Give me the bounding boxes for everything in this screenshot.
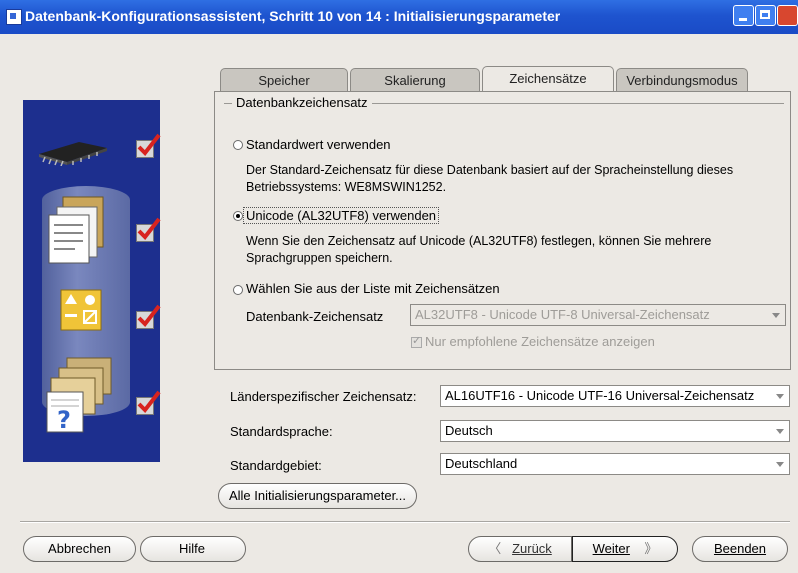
tab-zeichensaetze[interactable]: Zeichensätze xyxy=(482,66,614,92)
radio-list[interactable] xyxy=(233,285,243,295)
radio-unicode-label[interactable]: Unicode (AL32UTF8) verwenden xyxy=(243,207,440,224)
maximize-icon[interactable] xyxy=(755,5,776,26)
charset-group-title: Datenbankzeichensatz xyxy=(232,95,372,110)
tab-verbindungsmodus[interactable]: Verbindungsmodus xyxy=(616,68,748,92)
chevron-down-icon xyxy=(772,313,780,318)
national-charset-value: AL16UTF16 - Unicode UTF-16 Universal-Zei… xyxy=(445,388,755,403)
wizard-sidebar: ? xyxy=(23,100,161,462)
finish-button-label: Beenden xyxy=(713,541,767,556)
title-bar[interactable]: Datenbank-Konfigurationsassistent, Schri… xyxy=(0,0,798,34)
chevron-down-icon xyxy=(776,462,784,467)
default-territory-select[interactable]: Deutschland xyxy=(440,453,790,475)
default-language-select[interactable]: Deutsch xyxy=(440,420,790,442)
step-checkbox-2 xyxy=(136,217,161,242)
svg-text:?: ? xyxy=(57,406,71,434)
recommended-only-checkbox[interactable] xyxy=(411,334,422,348)
radio-standard-label[interactable]: Standardwert verwenden xyxy=(246,137,391,152)
chevron-right-icon: 》 xyxy=(644,541,658,556)
chevron-down-icon xyxy=(776,394,784,399)
default-language-value: Deutsch xyxy=(445,423,493,438)
tab-panel xyxy=(214,91,791,370)
db-charset-label: Datenbank-Zeichensatz xyxy=(246,309,384,324)
tab-skalierung[interactable]: Skalierung xyxy=(350,68,480,92)
chevron-down-icon xyxy=(776,429,784,434)
step-checkbox-1 xyxy=(136,133,161,158)
minimize-icon[interactable] xyxy=(733,5,754,26)
chevron-left-icon: 〈 xyxy=(488,541,502,556)
unicode-description: Wenn Sie den Zeichensatz auf Unicode (AL… xyxy=(246,234,712,265)
radio-list-label[interactable]: Wählen Sie aus der Liste mit Zeichensätz… xyxy=(246,281,500,296)
radio-standard[interactable] xyxy=(233,140,243,150)
next-button[interactable]: Weiter 》 xyxy=(572,536,678,562)
national-charset-label: Länderspezifischer Zeichensatz: xyxy=(230,389,417,404)
recommended-only-label[interactable]: Nur empfohlene Zeichensätze anzeigen xyxy=(425,334,655,349)
documents-icon xyxy=(48,196,104,264)
cancel-button[interactable]: Abbrechen xyxy=(23,536,136,562)
shapes-icon xyxy=(60,289,102,331)
db-charset-select[interactable]: AL32UTF8 - Unicode UTF-8 Universal-Zeich… xyxy=(410,304,786,326)
step-checkbox-3 xyxy=(136,304,161,329)
finish-button[interactable]: Beenden xyxy=(692,536,788,562)
window-title: Datenbank-Konfigurationsassistent, Schri… xyxy=(25,8,561,24)
help-button[interactable]: Hilfe xyxy=(140,536,246,562)
footer-separator-highlight xyxy=(20,522,790,523)
step-checkbox-4 xyxy=(136,390,161,415)
default-language-label: Standardsprache: xyxy=(230,424,333,439)
national-charset-select[interactable]: AL16UTF16 - Unicode UTF-16 Universal-Zei… xyxy=(440,385,790,407)
back-button[interactable]: 〈 Zurück xyxy=(468,536,572,562)
tab-speicher[interactable]: Speicher xyxy=(220,68,348,92)
standard-description: Der Standard-Zeichensatz für diese Daten… xyxy=(246,163,734,194)
close-icon[interactable] xyxy=(777,5,798,26)
back-button-label: Zurück xyxy=(512,541,552,556)
help-button-label: Hilfe xyxy=(179,541,206,556)
db-charset-value: AL32UTF8 - Unicode UTF-8 Universal-Zeich… xyxy=(415,307,710,322)
all-params-button[interactable]: Alle Initialisierungsparameter... xyxy=(218,483,417,509)
app-icon xyxy=(6,9,22,25)
default-territory-label: Standardgebiet: xyxy=(230,458,322,473)
default-territory-value: Deutschland xyxy=(445,456,518,471)
radio-unicode[interactable] xyxy=(233,211,243,221)
folders-help-icon: ? xyxy=(46,357,112,434)
chip-icon xyxy=(39,142,107,166)
next-button-label: Weiter xyxy=(592,541,630,556)
